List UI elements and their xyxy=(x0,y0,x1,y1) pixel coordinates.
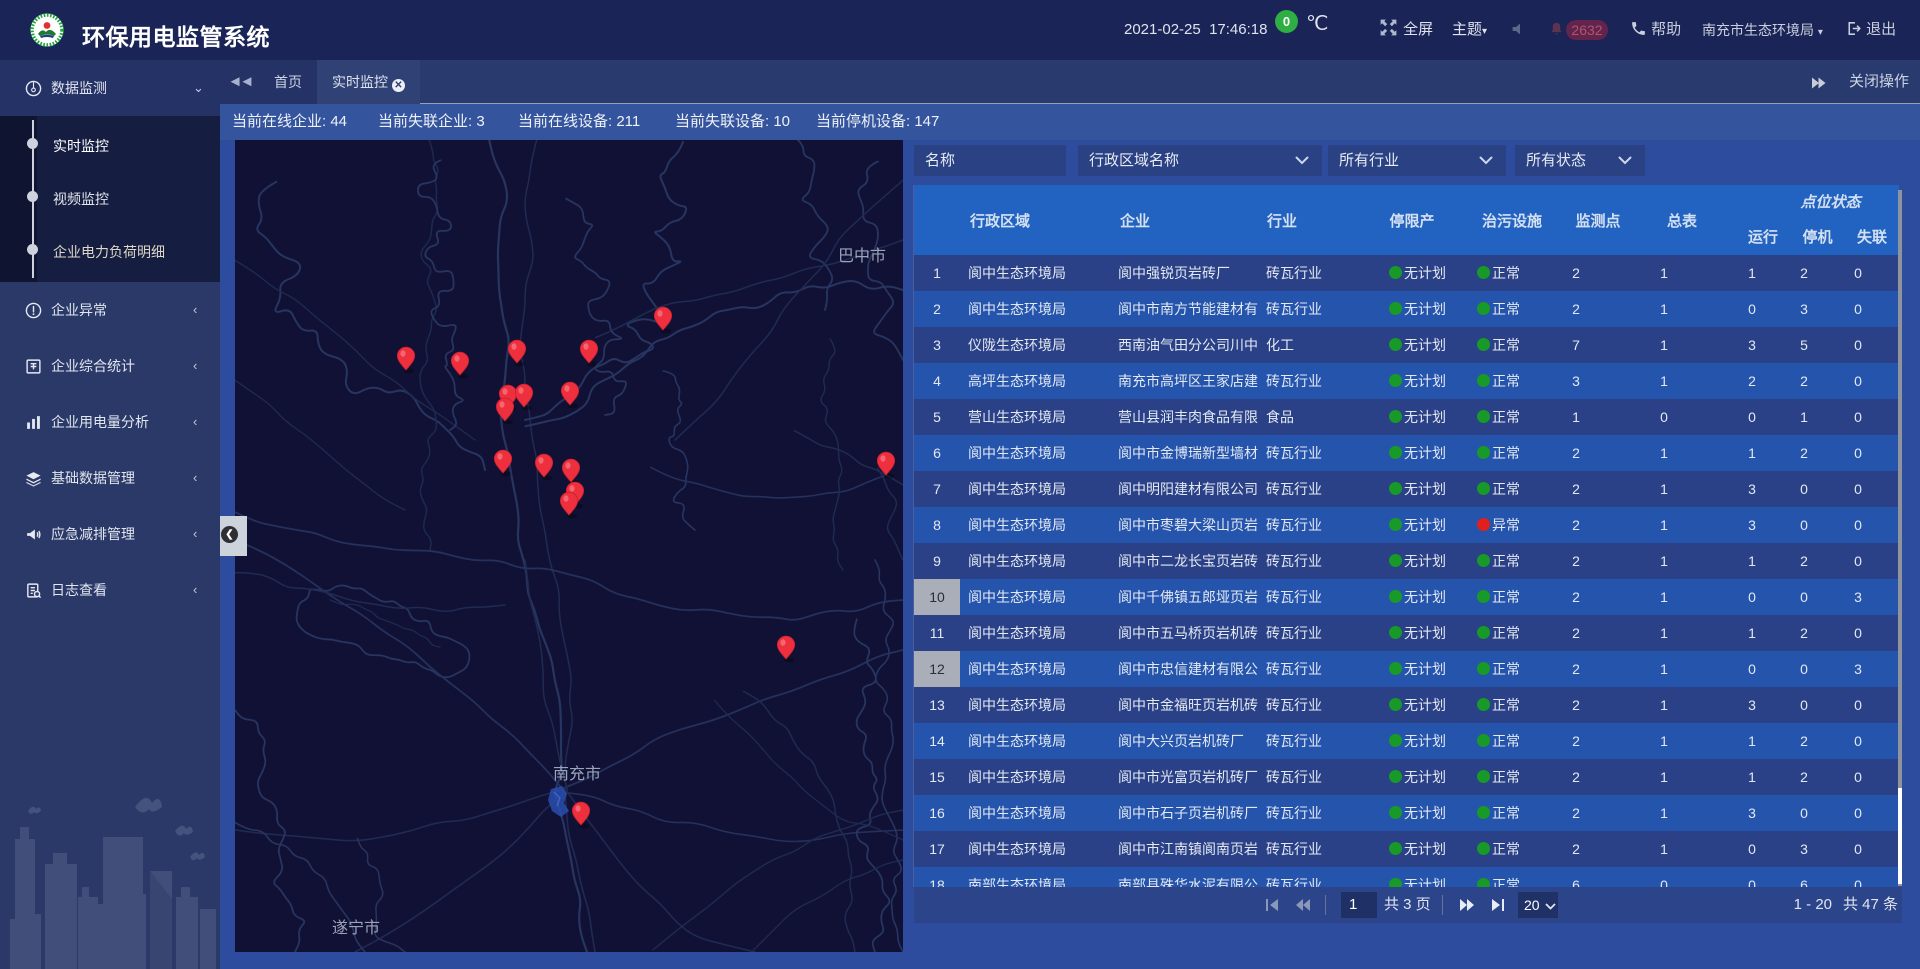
svg-text:遂宁市: 遂宁市 xyxy=(332,919,380,937)
svg-text:南充市: 南充市 xyxy=(553,765,601,783)
svg-text:巴中市: 巴中市 xyxy=(838,247,886,265)
